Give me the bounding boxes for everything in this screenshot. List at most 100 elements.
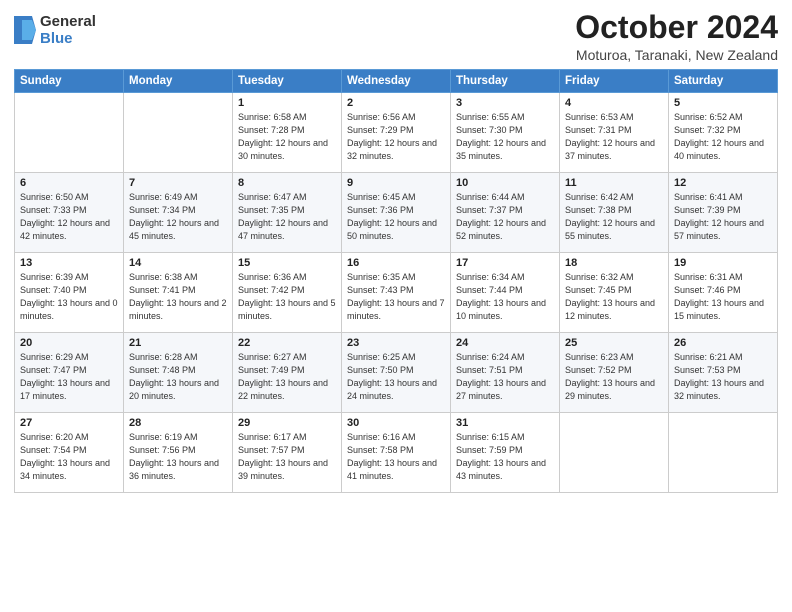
day-number: 30 xyxy=(347,417,445,429)
day-info: Sunrise: 6:32 AMSunset: 7:45 PMDaylight:… xyxy=(565,271,663,323)
calendar-cell: 18Sunrise: 6:32 AMSunset: 7:45 PMDayligh… xyxy=(560,253,669,333)
day-info: Sunrise: 6:49 AMSunset: 7:34 PMDaylight:… xyxy=(129,191,227,243)
day-number: 10 xyxy=(456,177,554,189)
calendar-week-4: 20 Sunrise: 6:29 AMSunset: 7:47 PMDayligh… xyxy=(15,333,778,413)
day-info: Sunrise: 6:19 AMSunset: 7:56 PMDaylight:… xyxy=(129,431,227,483)
calendar-cell: 2Sunrise: 6:56 AMSunset: 7:29 PMDaylight… xyxy=(342,93,451,173)
calendar-cell: 1 Sunrise: 6:58 AMSunset: 7:28 PMDaylight… xyxy=(233,93,342,173)
day-number: 4 xyxy=(565,97,663,109)
logo-text: General Blue xyxy=(40,14,96,47)
calendar-cell: 5 Sunrise: 6:52 AMSunset: 7:32 PMDaylight… xyxy=(669,93,778,173)
day-number: 2 xyxy=(347,97,445,109)
day-number: 29 xyxy=(238,417,336,429)
calendar-cell: 7 Sunrise: 6:49 AMSunset: 7:34 PMDaylight… xyxy=(124,173,233,253)
logo: General Blue xyxy=(14,14,96,47)
day-info: Sunrise: 6:24 AMSunset: 7:51 PMDaylight:… xyxy=(456,351,554,403)
day-number: 20 xyxy=(20,337,118,349)
calendar-week-2: 6Sunrise: 6:50 AMSunset: 7:33 PMDaylight… xyxy=(15,173,778,253)
day-info: Sunrise: 6:20 AMSunset: 7:54 PMDaylight:… xyxy=(20,431,118,483)
day-number: 3 xyxy=(456,97,554,109)
header: General Blue October 2024 Moturoa, Taran… xyxy=(14,10,778,63)
calendar-table: Sunday Monday Tuesday Wednesday Thursday… xyxy=(14,69,778,493)
calendar-cell xyxy=(560,413,669,493)
day-info: Sunrise: 6:53 AMSunset: 7:31 PMDaylight:… xyxy=(565,111,663,163)
calendar-cell: 3 Sunrise: 6:55 AMSunset: 7:30 PMDaylight… xyxy=(451,93,560,173)
day-number: 23 xyxy=(347,337,445,349)
day-number: 1 xyxy=(238,97,336,109)
calendar-cell: 14 Sunrise: 6:38 AMSunset: 7:41 PMDayligh… xyxy=(124,253,233,333)
calendar-cell: 13 Sunrise: 6:39 AMSunset: 7:40 PMDayligh… xyxy=(15,253,124,333)
day-info: Sunrise: 6:42 AMSunset: 7:38 PMDaylight:… xyxy=(565,191,663,243)
day-info: Sunrise: 6:31 AMSunset: 7:46 PMDaylight:… xyxy=(674,271,772,323)
day-number: 8 xyxy=(238,177,336,189)
day-number: 15 xyxy=(238,257,336,269)
day-info: Sunrise: 6:17 AMSunset: 7:57 PMDaylight:… xyxy=(238,431,336,483)
day-info: Sunrise: 6:38 AMSunset: 7:41 PMDaylight:… xyxy=(129,271,227,323)
calendar-cell: 4 Sunrise: 6:53 AMSunset: 7:31 PMDaylight… xyxy=(560,93,669,173)
day-number: 19 xyxy=(674,257,772,269)
calendar-cell: 30Sunrise: 6:16 AMSunset: 7:58 PMDayligh… xyxy=(342,413,451,493)
col-monday: Monday xyxy=(124,70,233,93)
calendar-cell: 10Sunrise: 6:44 AMSunset: 7:37 PMDayligh… xyxy=(451,173,560,253)
logo-general: General xyxy=(40,14,96,31)
calendar-cell: 9 Sunrise: 6:45 AMSunset: 7:36 PMDaylight… xyxy=(342,173,451,253)
col-sunday: Sunday xyxy=(15,70,124,93)
calendar-cell: 27Sunrise: 6:20 AMSunset: 7:54 PMDayligh… xyxy=(15,413,124,493)
calendar-cell: 6Sunrise: 6:50 AMSunset: 7:33 PMDaylight… xyxy=(15,173,124,253)
calendar-week-1: 1 Sunrise: 6:58 AMSunset: 7:28 PMDaylight… xyxy=(15,93,778,173)
day-info: Sunrise: 6:52 AMSunset: 7:32 PMDaylight:… xyxy=(674,111,772,163)
day-info: Sunrise: 6:21 AMSunset: 7:53 PMDaylight:… xyxy=(674,351,772,403)
calendar-cell: 25 Sunrise: 6:23 AMSunset: 7:52 PMDayligh… xyxy=(560,333,669,413)
day-info: Sunrise: 6:29 AMSunset: 7:47 PMDaylight:… xyxy=(20,351,118,403)
calendar-page: General Blue October 2024 Moturoa, Taran… xyxy=(0,0,792,612)
calendar-cell: 15 Sunrise: 6:36 AMSunset: 7:42 PMDayligh… xyxy=(233,253,342,333)
day-number: 16 xyxy=(347,257,445,269)
day-number: 14 xyxy=(129,257,227,269)
col-tuesday: Tuesday xyxy=(233,70,342,93)
day-number: 21 xyxy=(129,337,227,349)
calendar-cell: 23 Sunrise: 6:25 AMSunset: 7:50 PMDayligh… xyxy=(342,333,451,413)
day-info: Sunrise: 6:34 AMSunset: 7:44 PMDaylight:… xyxy=(456,271,554,323)
day-info: Sunrise: 6:50 AMSunset: 7:33 PMDaylight:… xyxy=(20,191,118,243)
calendar-cell: 11Sunrise: 6:42 AMSunset: 7:38 PMDayligh… xyxy=(560,173,669,253)
calendar-subtitle: Moturoa, Taranaki, New Zealand xyxy=(575,47,778,63)
calendar-cell: 8 Sunrise: 6:47 AMSunset: 7:35 PMDaylight… xyxy=(233,173,342,253)
day-number: 22 xyxy=(238,337,336,349)
calendar-cell: 24Sunrise: 6:24 AMSunset: 7:51 PMDayligh… xyxy=(451,333,560,413)
day-info: Sunrise: 6:35 AMSunset: 7:43 PMDaylight:… xyxy=(347,271,445,323)
day-number: 28 xyxy=(129,417,227,429)
calendar-cell: 31 Sunrise: 6:15 AMSunset: 7:59 PMDayligh… xyxy=(451,413,560,493)
logo-icon xyxy=(14,16,36,44)
day-number: 31 xyxy=(456,417,554,429)
day-info: Sunrise: 6:47 AMSunset: 7:35 PMDaylight:… xyxy=(238,191,336,243)
day-info: Sunrise: 6:58 AMSunset: 7:28 PMDaylight:… xyxy=(238,111,336,163)
day-info: Sunrise: 6:15 AMSunset: 7:59 PMDaylight:… xyxy=(456,431,554,483)
day-info: Sunrise: 6:36 AMSunset: 7:42 PMDaylight:… xyxy=(238,271,336,323)
calendar-cell: 19 Sunrise: 6:31 AMSunset: 7:46 PMDayligh… xyxy=(669,253,778,333)
calendar-cell: 16 Sunrise: 6:35 AMSunset: 7:43 PMDayligh… xyxy=(342,253,451,333)
day-info: Sunrise: 6:41 AMSunset: 7:39 PMDaylight:… xyxy=(674,191,772,243)
calendar-title: October 2024 xyxy=(575,10,778,45)
calendar-header-row: Sunday Monday Tuesday Wednesday Thursday… xyxy=(15,70,778,93)
logo-blue: Blue xyxy=(40,31,96,48)
day-info: Sunrise: 6:45 AMSunset: 7:36 PMDaylight:… xyxy=(347,191,445,243)
day-number: 17 xyxy=(456,257,554,269)
calendar-cell: 26 Sunrise: 6:21 AMSunset: 7:53 PMDayligh… xyxy=(669,333,778,413)
calendar-cell: 29 Sunrise: 6:17 AMSunset: 7:57 PMDayligh… xyxy=(233,413,342,493)
day-info: Sunrise: 6:23 AMSunset: 7:52 PMDaylight:… xyxy=(565,351,663,403)
calendar-cell xyxy=(124,93,233,173)
day-number: 13 xyxy=(20,257,118,269)
day-number: 25 xyxy=(565,337,663,349)
calendar-cell: 20 Sunrise: 6:29 AMSunset: 7:47 PMDayligh… xyxy=(15,333,124,413)
day-number: 5 xyxy=(674,97,772,109)
col-wednesday: Wednesday xyxy=(342,70,451,93)
calendar-week-5: 27Sunrise: 6:20 AMSunset: 7:54 PMDayligh… xyxy=(15,413,778,493)
day-number: 9 xyxy=(347,177,445,189)
day-info: Sunrise: 6:25 AMSunset: 7:50 PMDaylight:… xyxy=(347,351,445,403)
day-number: 26 xyxy=(674,337,772,349)
calendar-cell: 28 Sunrise: 6:19 AMSunset: 7:56 PMDayligh… xyxy=(124,413,233,493)
calendar-cell: 12Sunrise: 6:41 AMSunset: 7:39 PMDayligh… xyxy=(669,173,778,253)
day-info: Sunrise: 6:39 AMSunset: 7:40 PMDaylight:… xyxy=(20,271,118,323)
day-info: Sunrise: 6:55 AMSunset: 7:30 PMDaylight:… xyxy=(456,111,554,163)
day-number: 7 xyxy=(129,177,227,189)
